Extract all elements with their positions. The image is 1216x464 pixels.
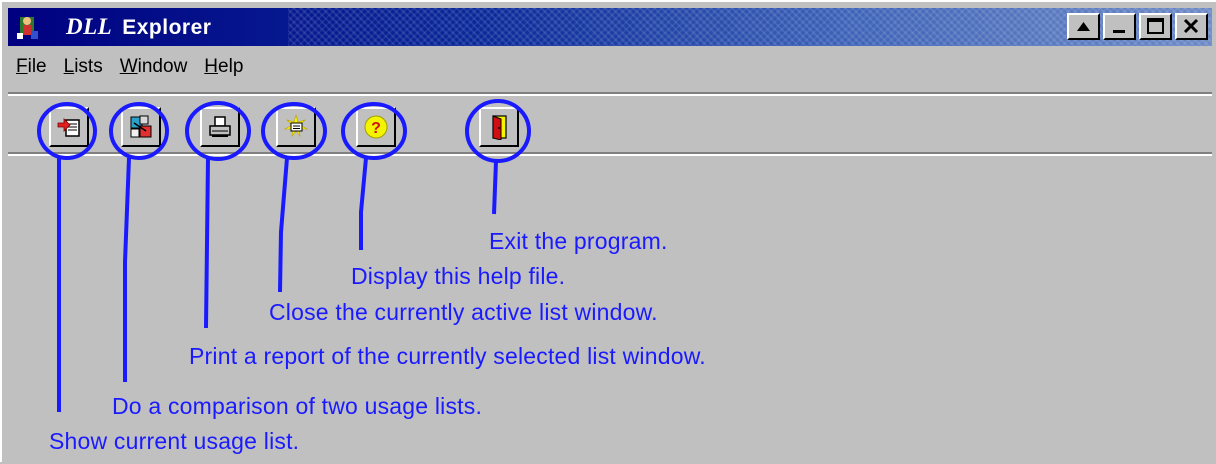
annotation-compare: Do a comparison of two usage lists. — [112, 393, 483, 419]
annotation-show-list: Show current usage list. — [49, 428, 300, 454]
callout-line-help — [359, 157, 368, 250]
callout-ring-help — [341, 102, 407, 160]
callout-line-compare — [123, 157, 131, 382]
callout-ring-exit — [465, 99, 531, 163]
callout-ring-print — [185, 101, 251, 161]
annotation-exit: Exit the program. — [489, 228, 668, 254]
callout-line-print — [204, 157, 210, 329]
callout-ring-show-list — [37, 102, 97, 160]
annotation-help: Display this help file. — [351, 263, 566, 289]
app-window: DLL Explorer File Lists Window Help ? Ex… — [0, 0, 1216, 462]
callout-ring-compare — [109, 102, 169, 160]
annotation-close: Close the currently active list window. — [269, 299, 658, 325]
callout-line-close — [278, 157, 289, 293]
annotation-print: Print a report of the currently selected… — [189, 343, 706, 369]
callout-ring-close — [261, 102, 327, 160]
callout-line-exit — [492, 160, 498, 215]
